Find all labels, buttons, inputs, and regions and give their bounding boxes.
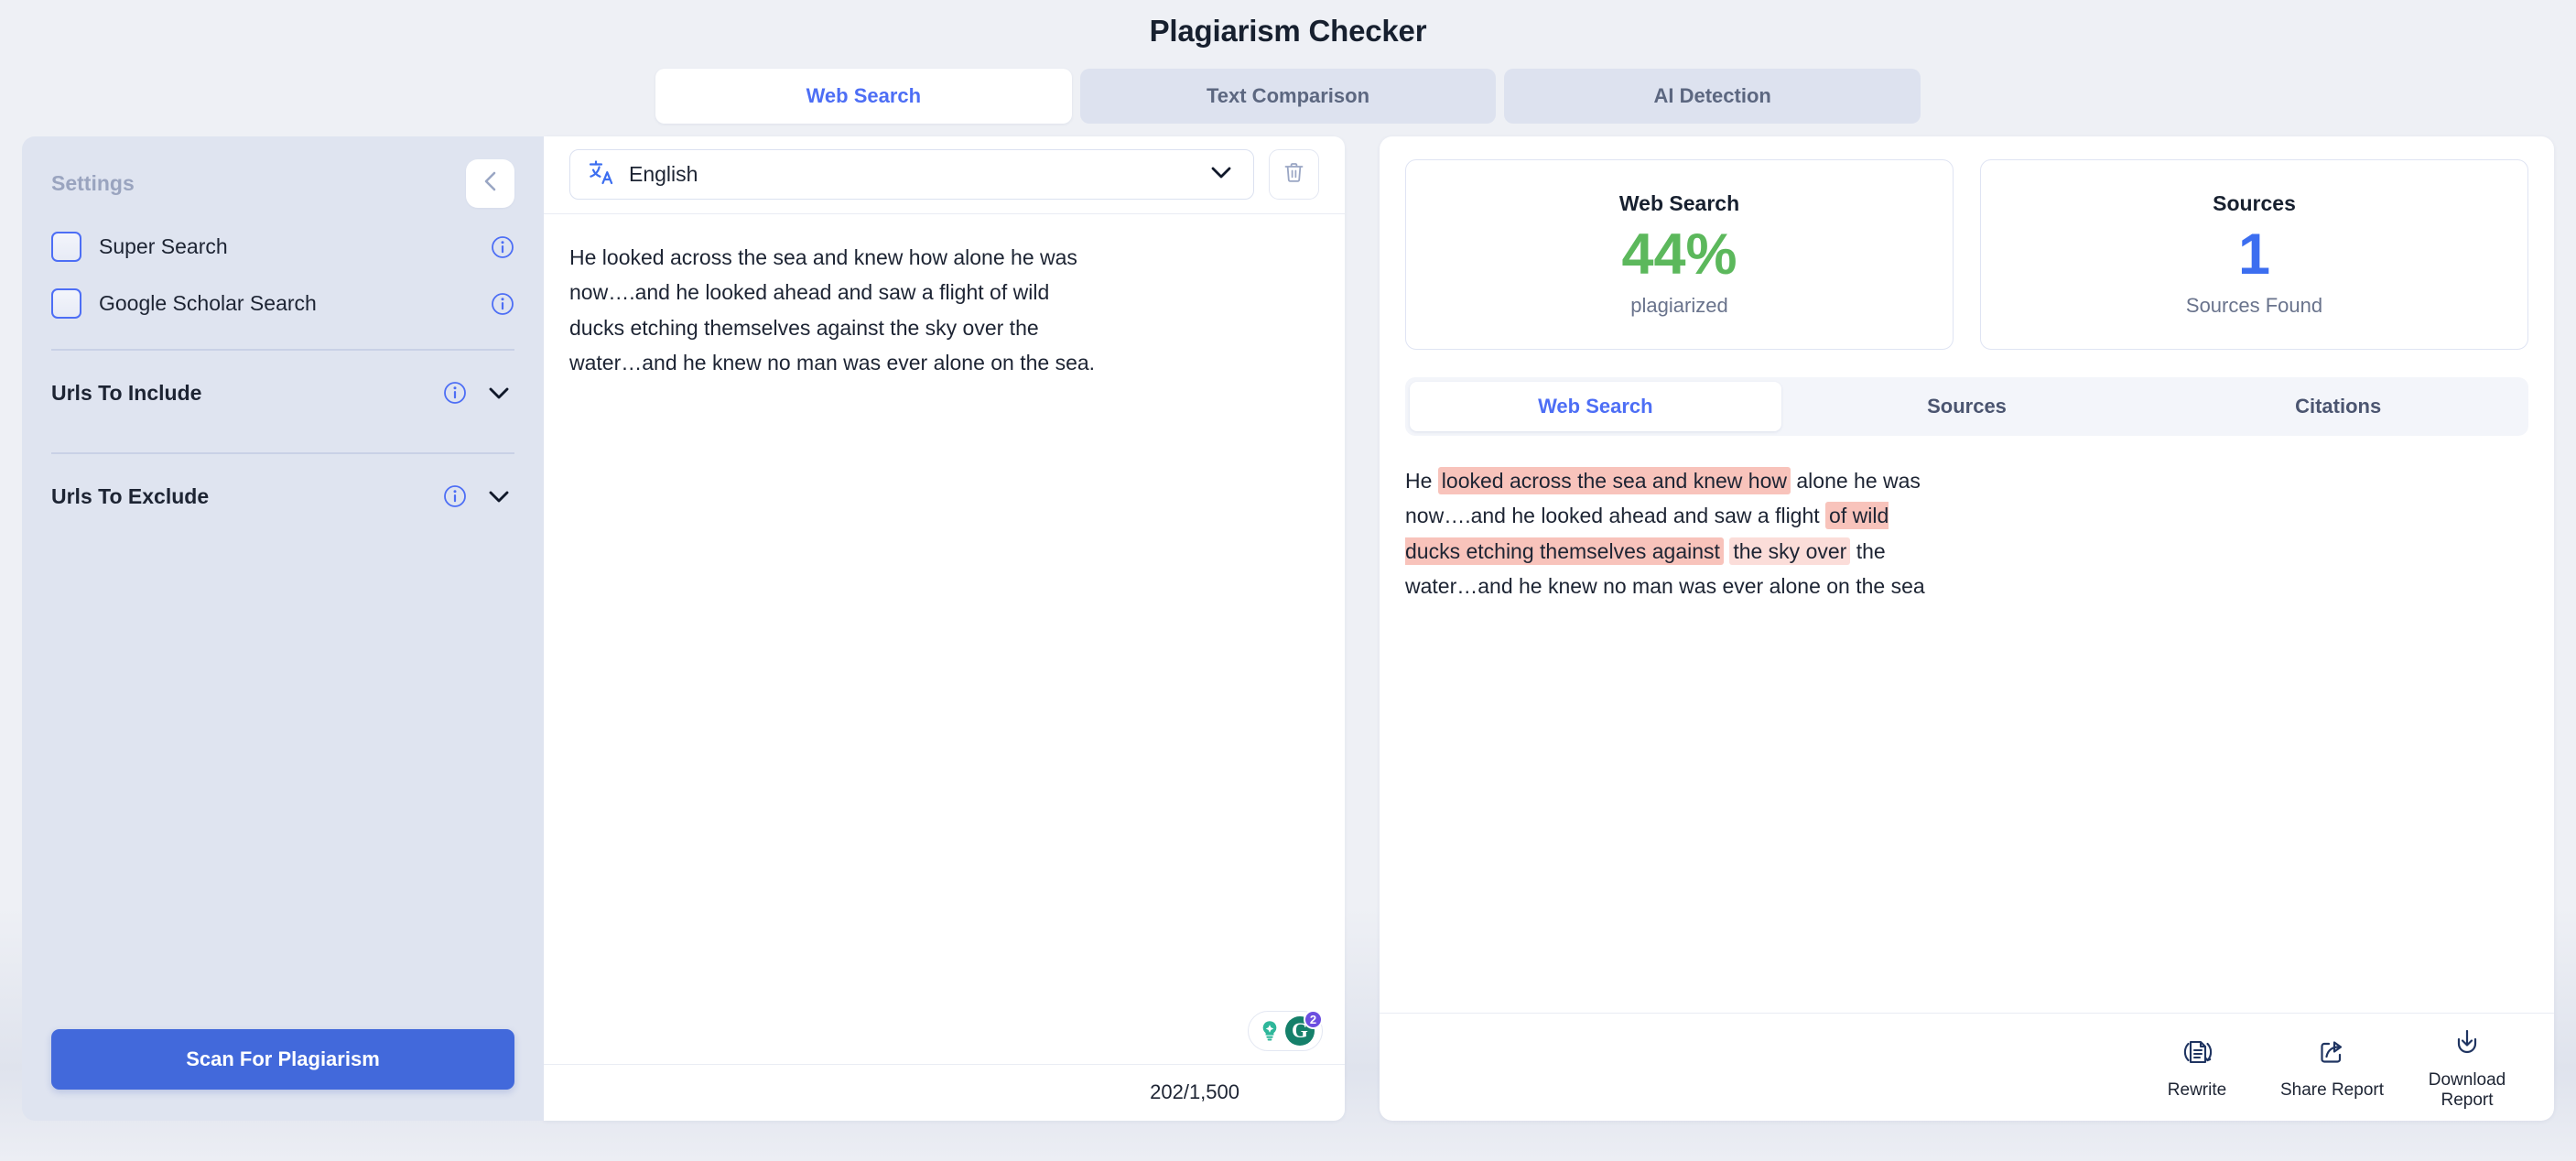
action-label: Share Report bbox=[2280, 1080, 2384, 1100]
info-icon[interactable] bbox=[491, 235, 514, 259]
score-card-sources: Sources 1 Sources Found bbox=[1980, 159, 2528, 350]
clear-text-button[interactable] bbox=[1269, 149, 1319, 200]
result-actions: Rewrite Share Report bbox=[1380, 1013, 2554, 1121]
trash-icon bbox=[1282, 160, 1306, 190]
tab-text-comparison[interactable]: Text Comparison bbox=[1080, 69, 1497, 124]
score-card-title: Web Search bbox=[1619, 191, 1739, 216]
result-tab-label: Web Search bbox=[1538, 395, 1653, 418]
score-card-title: Sources bbox=[2213, 191, 2296, 216]
download-report-button[interactable]: Download Report bbox=[2428, 1024, 2506, 1110]
tab-label: Web Search bbox=[806, 84, 922, 108]
writing-assistant-badge[interactable]: G 2 bbox=[1248, 1011, 1323, 1051]
score-card-subtitle: plagiarized bbox=[1630, 294, 1727, 318]
workspace: Settings Super Search bbox=[0, 136, 2576, 1121]
chevron-left-icon bbox=[481, 169, 501, 198]
language-value: English bbox=[629, 162, 1193, 187]
editor-body[interactable]: He looked across the sea and knew how al… bbox=[544, 214, 1345, 1064]
score-card-value: 44% bbox=[1621, 220, 1737, 290]
accordion-label: Urls To Exclude bbox=[51, 484, 427, 509]
editor-footer: 202/1,500 bbox=[544, 1064, 1345, 1121]
score-card-subtitle: Sources Found bbox=[2186, 294, 2322, 318]
info-icon[interactable] bbox=[491, 292, 514, 316]
scan-for-plagiarism-button[interactable]: Scan For Plagiarism bbox=[51, 1029, 514, 1090]
accordion-urls-to-include[interactable]: Urls To Include bbox=[51, 351, 514, 436]
super-search-checkbox[interactable] bbox=[51, 232, 81, 262]
language-selector[interactable]: English bbox=[569, 149, 1254, 200]
super-search-label: Super Search bbox=[99, 234, 473, 259]
tab-ai-detection[interactable]: AI Detection bbox=[1504, 69, 1921, 124]
main-tabbar: Web Search Text Comparison AI Detection bbox=[655, 69, 1921, 124]
share-icon bbox=[2313, 1034, 2350, 1075]
score-cards: Web Search 44% plagiarized Sources 1 Sou… bbox=[1380, 136, 2554, 350]
sidebar-collapse-button[interactable] bbox=[466, 159, 514, 208]
accordion-urls-to-exclude[interactable]: Urls To Exclude bbox=[51, 454, 514, 539]
result-body: He looked across the sea and knew how al… bbox=[1380, 436, 2554, 1013]
google-scholar-search-label: Google Scholar Search bbox=[99, 291, 473, 316]
score-card-web-search: Web Search 44% plagiarized bbox=[1405, 159, 1954, 350]
rewrite-document-icon bbox=[2179, 1034, 2215, 1075]
result-tab-label: Sources bbox=[1927, 395, 2007, 418]
lightbulb-icon bbox=[1256, 1017, 1283, 1045]
download-icon bbox=[2449, 1024, 2485, 1065]
setting-google-scholar-search[interactable]: Google Scholar Search bbox=[51, 276, 514, 332]
result-tabbar: Web Search Sources Citations bbox=[1405, 377, 2528, 436]
action-label: Rewrite bbox=[2168, 1080, 2226, 1100]
editor-toolbar: English bbox=[544, 136, 1345, 214]
result-tab-citations[interactable]: Citations bbox=[2152, 382, 2524, 431]
google-scholar-search-checkbox[interactable] bbox=[51, 288, 81, 319]
info-icon[interactable] bbox=[443, 381, 467, 405]
grammarly-icon: G 2 bbox=[1285, 1016, 1315, 1046]
highlighted-result-text: He looked across the sea and knew how al… bbox=[1405, 463, 1932, 604]
action-label: Download Report bbox=[2429, 1070, 2506, 1110]
result-tab-sources[interactable]: Sources bbox=[1781, 382, 2153, 431]
plagiarism-highlight[interactable]: looked across the sea and knew how bbox=[1438, 467, 1791, 494]
translate-icon bbox=[588, 158, 615, 190]
editor-text[interactable]: He looked across the sea and knew how al… bbox=[569, 240, 1100, 381]
result-tab-label: Citations bbox=[2295, 395, 2381, 418]
editor-panel: English He looked bbox=[544, 136, 1345, 1121]
suggestion-count-badge: 2 bbox=[1304, 1010, 1323, 1029]
result-tab-web-search[interactable]: Web Search bbox=[1410, 382, 1781, 431]
tab-label: Text Comparison bbox=[1207, 84, 1369, 108]
accordion-label: Urls To Include bbox=[51, 381, 427, 406]
setting-super-search[interactable]: Super Search bbox=[51, 219, 514, 276]
chevron-down-icon[interactable] bbox=[483, 481, 514, 512]
sidebar-title: Settings bbox=[51, 171, 135, 196]
rewrite-button[interactable]: Rewrite bbox=[2158, 1034, 2236, 1100]
sidebar-header: Settings bbox=[51, 162, 514, 206]
chevron-down-icon[interactable] bbox=[1207, 157, 1236, 191]
page-header: Plagiarism Checker Web Search Text Compa… bbox=[0, 0, 2576, 124]
chevron-down-icon[interactable] bbox=[483, 377, 514, 408]
tab-web-search[interactable]: Web Search bbox=[655, 69, 1072, 124]
text-segment: He bbox=[1405, 469, 1438, 493]
sidebar-spacer bbox=[51, 539, 514, 1029]
settings-sidebar: Settings Super Search bbox=[22, 136, 544, 1121]
results-panel: Web Search 44% plagiarized Sources 1 Sou… bbox=[1380, 136, 2554, 1121]
plagiarism-highlight[interactable]: the sky over bbox=[1729, 537, 1850, 565]
character-counter: 202/1,500 bbox=[1150, 1080, 1239, 1104]
info-icon[interactable] bbox=[443, 484, 467, 508]
score-card-value: 1 bbox=[2238, 220, 2270, 290]
share-report-button[interactable]: Share Report bbox=[2280, 1034, 2384, 1100]
page-title: Plagiarism Checker bbox=[0, 13, 2576, 49]
tab-label: AI Detection bbox=[1654, 84, 1771, 108]
